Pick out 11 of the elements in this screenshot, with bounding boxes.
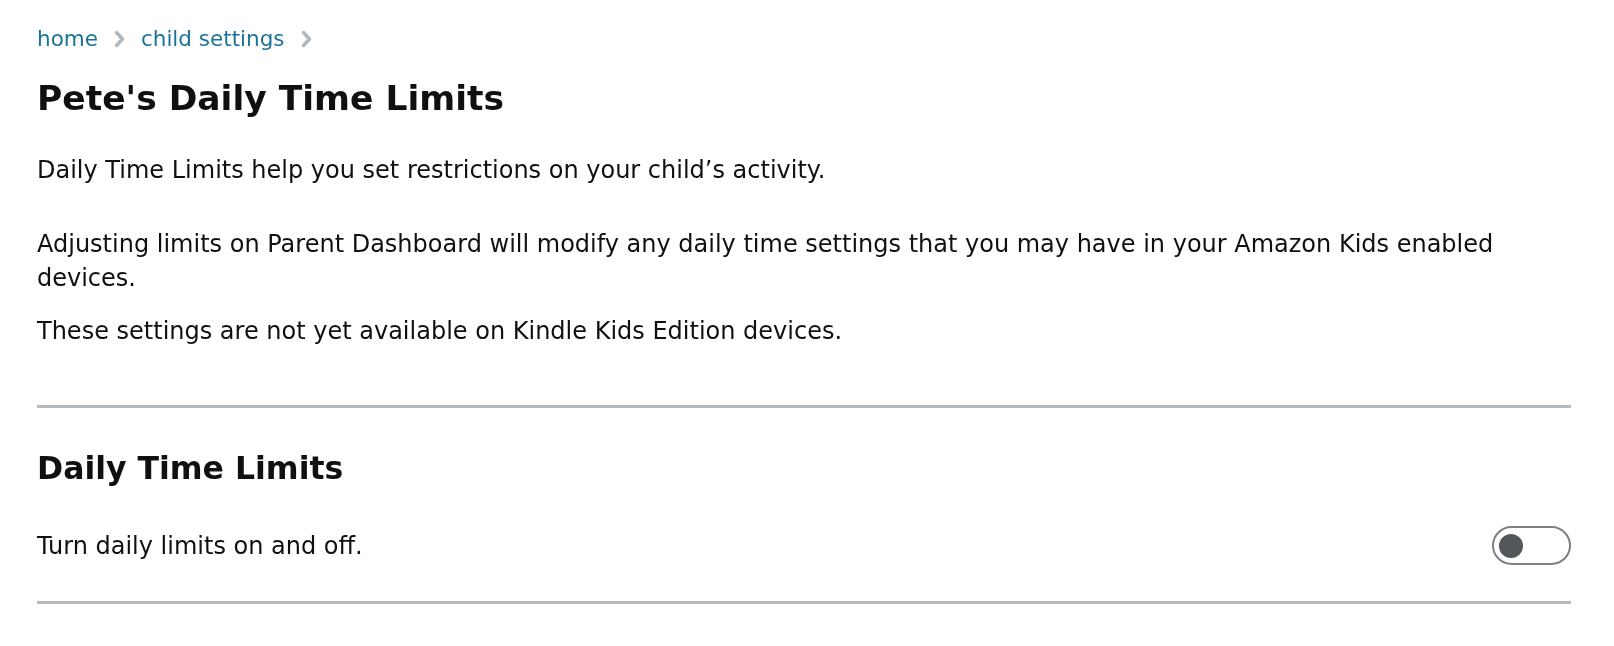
toggle-switch[interactable]	[1492, 526, 1571, 565]
info-paragraph: Daily Time Limits help you set restrictions on your child’s activity.	[37, 155, 827, 186]
page-title: Pete's Daily Time Limits	[37, 77, 506, 119]
section-heading: Daily Time Limits	[37, 449, 345, 487]
chevron-icon	[113, 30, 125, 48]
breadcrumb-link[interactable]: child settings	[140, 24, 285, 54]
breadcrumb-link[interactable]: home	[37, 24, 98, 54]
chevron-icon	[300, 30, 312, 48]
toggle-description: Turn daily limits on and off.	[37, 530, 363, 562]
info-paragraph: These settings are not yet available on Kindle Kids Edition devices.	[37, 316, 844, 347]
info-paragraph: Adjusting limits on Parent Dashboard will modify any daily time settings that you may have in your Amazon Kids enabled devices.	[37, 229, 1495, 294]
